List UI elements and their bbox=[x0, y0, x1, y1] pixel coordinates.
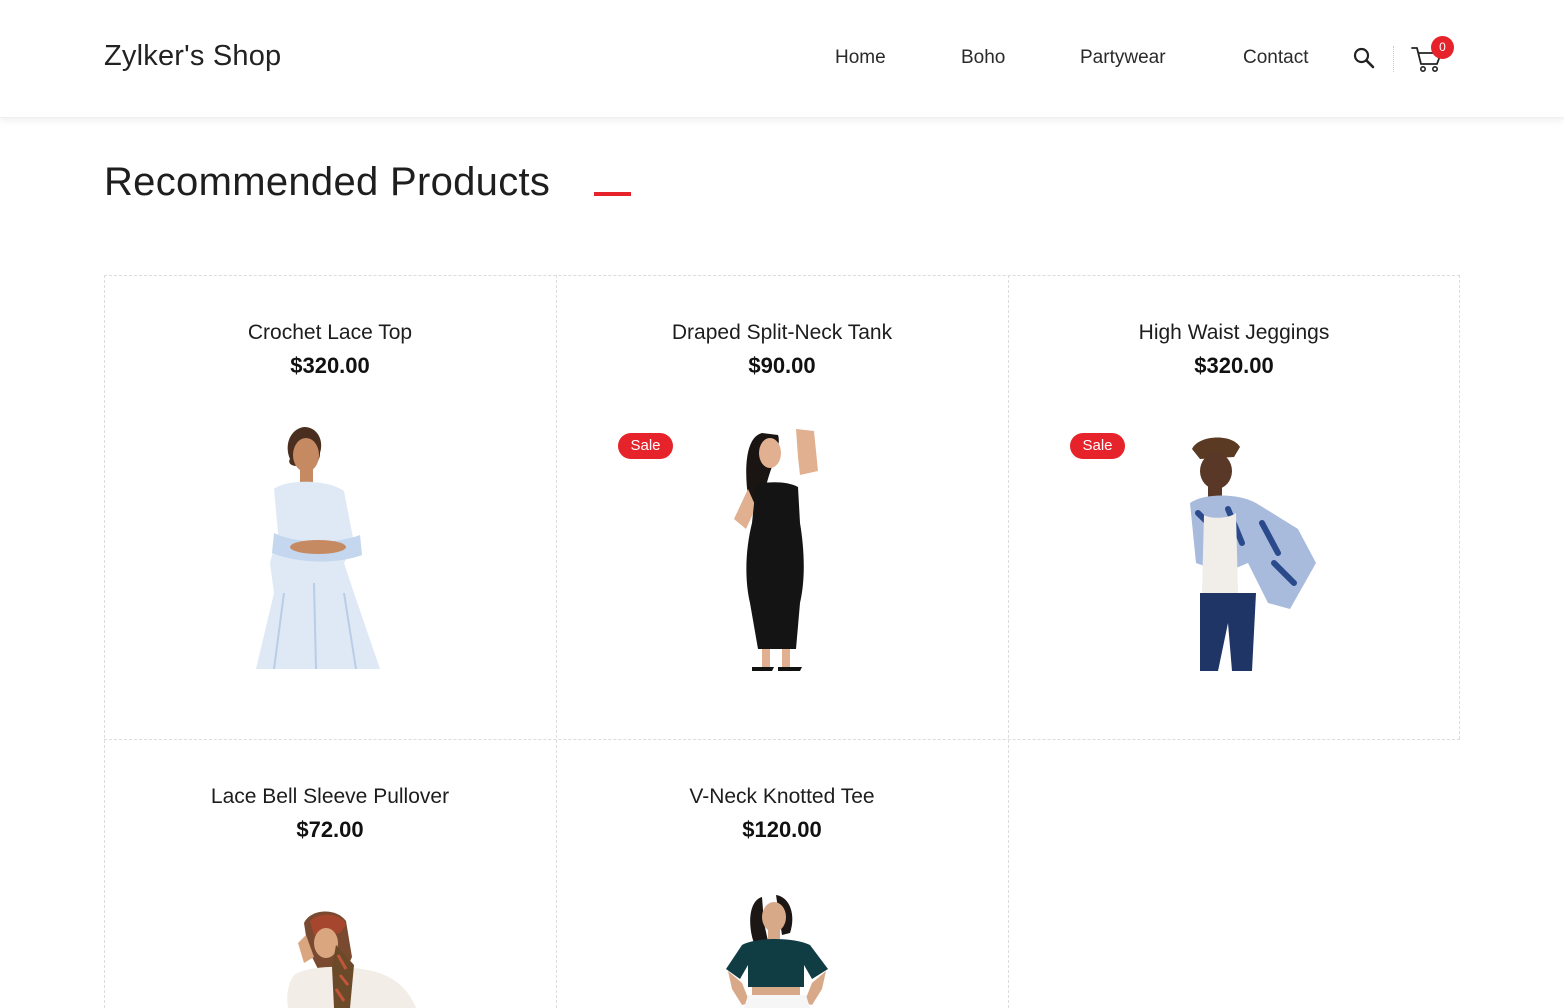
product-price: $72.00 bbox=[296, 817, 364, 842]
site-header: Zylker's Shop Home Boho Partywear Contac… bbox=[0, 0, 1564, 118]
product-name[interactable]: V-Neck Knotted Tee bbox=[556, 785, 1008, 809]
product-card[interactable]: V-Neck Knotted Tee $120.00 bbox=[556, 739, 1008, 1008]
product-card[interactable]: Draped Split-Neck Tank $90.00 Sale bbox=[556, 275, 1008, 739]
product-name[interactable]: Lace Bell Sleeve Pullover bbox=[104, 785, 556, 809]
product-image[interactable] bbox=[244, 423, 404, 671]
product-card[interactable]: Crochet Lace Top $320.00 bbox=[104, 275, 556, 739]
product-image[interactable] bbox=[724, 893, 830, 1008]
product-name[interactable]: Crochet Lace Top bbox=[104, 321, 556, 345]
nav-link-partywear[interactable]: Partywear bbox=[1080, 47, 1166, 69]
section-title: Recommended Products bbox=[104, 160, 551, 204]
product-name[interactable]: High Waist Jeggings bbox=[1008, 321, 1460, 345]
site-logo[interactable]: Zylker's Shop bbox=[104, 40, 281, 73]
nav-link-home[interactable]: Home bbox=[835, 47, 886, 69]
product-image[interactable] bbox=[722, 427, 842, 671]
product-image[interactable] bbox=[280, 905, 418, 1008]
title-accent-bar bbox=[594, 192, 631, 196]
nav-link-boho[interactable]: Boho bbox=[961, 47, 1005, 69]
product-image[interactable] bbox=[1178, 433, 1322, 671]
product-price: $320.00 bbox=[290, 353, 370, 378]
nav-link-contact[interactable]: Contact bbox=[1243, 47, 1308, 69]
product-price: $320.00 bbox=[1194, 353, 1274, 378]
header-divider bbox=[1393, 46, 1394, 72]
product-price: $90.00 bbox=[748, 353, 816, 378]
search-icon[interactable] bbox=[1352, 46, 1376, 70]
sale-badge: Sale bbox=[1070, 433, 1125, 459]
sale-badge: Sale bbox=[618, 433, 673, 459]
product-card[interactable]: Lace Bell Sleeve Pullover $72.00 bbox=[104, 739, 556, 1008]
product-card[interactable]: High Waist Jeggings $320.00 Sale bbox=[1008, 275, 1460, 739]
cart-count-badge: 0 bbox=[1431, 36, 1454, 59]
product-price: $120.00 bbox=[742, 817, 822, 842]
product-name[interactable]: Draped Split-Neck Tank bbox=[556, 321, 1008, 345]
